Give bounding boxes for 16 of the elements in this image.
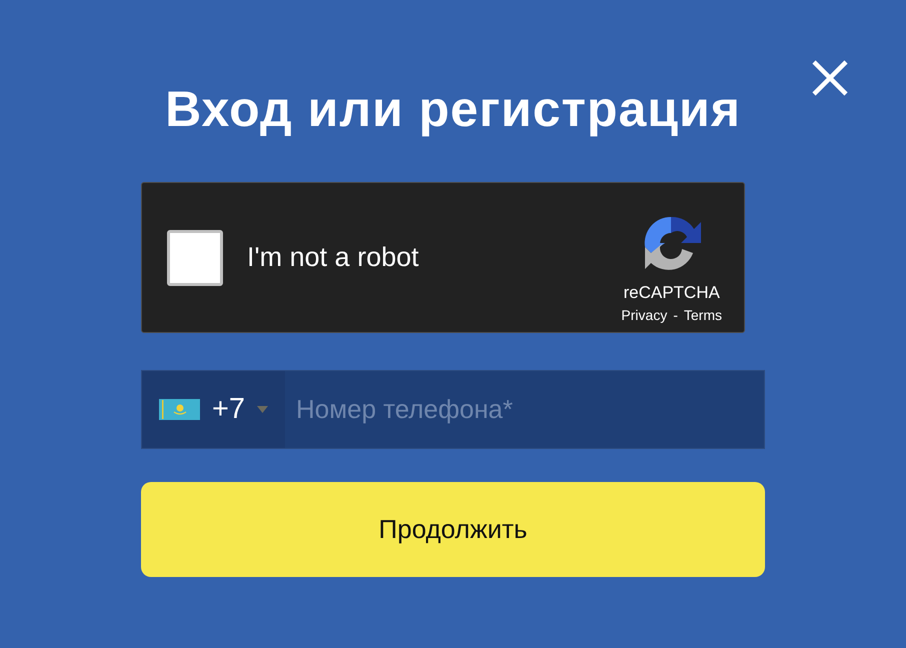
close-button[interactable] xyxy=(812,60,848,96)
dialog-title: Вход или регистрация xyxy=(165,84,741,134)
phone-input[interactable]: Номер телефона* xyxy=(285,371,764,448)
continue-button[interactable]: Продолжить xyxy=(141,482,765,577)
captcha-label: I'm not a robot xyxy=(247,242,420,273)
flag-icon xyxy=(159,399,200,420)
country-code: +7 xyxy=(212,393,246,426)
link-separator: - xyxy=(673,306,678,322)
dropdown-caret-icon xyxy=(257,406,268,413)
captcha-checkbox[interactable] xyxy=(167,230,223,286)
phone-field[interactable]: +7 Номер телефона* xyxy=(141,370,765,449)
country-code-picker[interactable]: +7 xyxy=(142,371,285,448)
captcha-link[interactable]: Terms xyxy=(684,306,722,322)
captcha-link[interactable]: Privacy xyxy=(621,306,668,322)
captcha-brand: reCAPTCHA xyxy=(623,282,720,302)
close-icon xyxy=(812,60,848,96)
